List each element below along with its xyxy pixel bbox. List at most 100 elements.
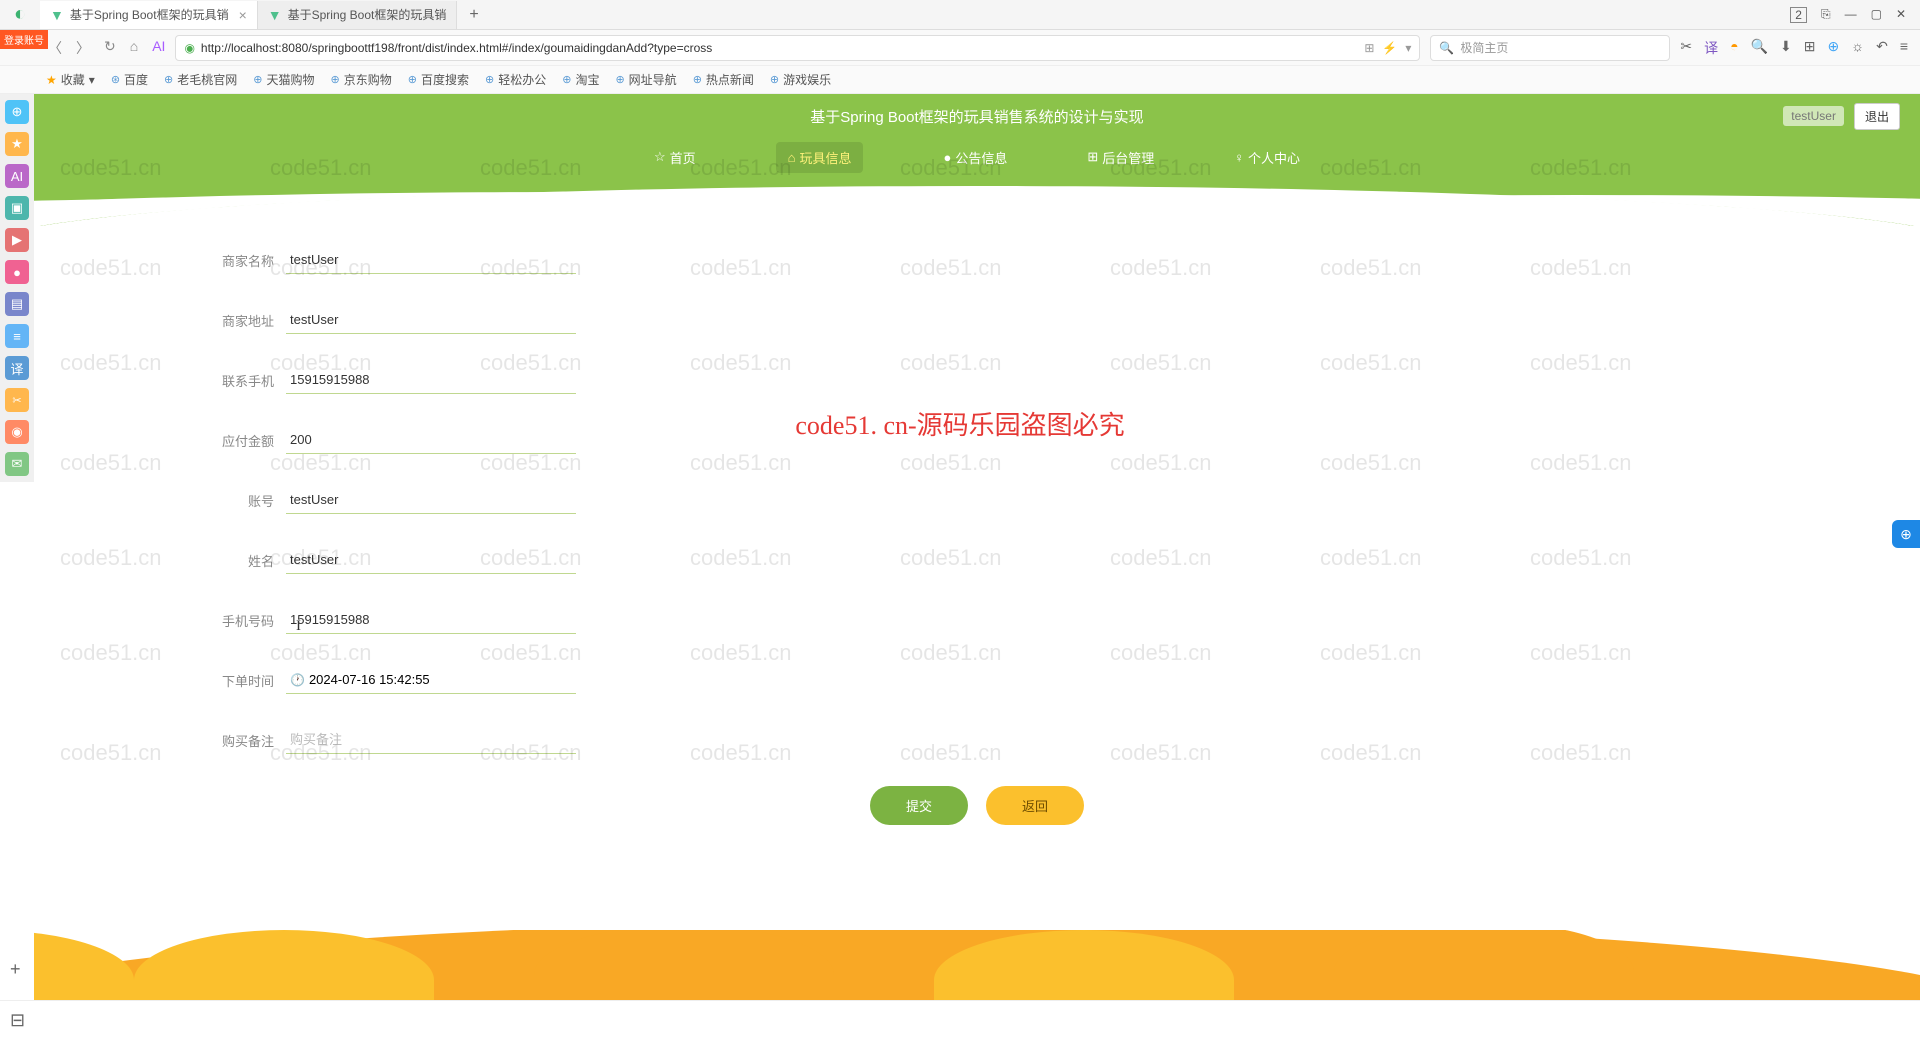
- sidebar-tool-6[interactable]: ●: [5, 260, 29, 284]
- sidebar-tool-8[interactable]: ≡: [5, 324, 29, 348]
- input-account[interactable]: [286, 486, 576, 514]
- username-display: testUser: [1783, 106, 1844, 126]
- bookmark-item[interactable]: ⊕百度搜索: [408, 71, 469, 88]
- favorites-button[interactable]: ★ 收藏 ▾: [46, 71, 95, 88]
- scissors-icon[interactable]: ✂: [1680, 38, 1692, 58]
- browser-tab-active[interactable]: ▼ 基于Spring Boot框架的玩具销 ×: [40, 1, 258, 29]
- url-input[interactable]: ◉ http://localhost:8080/springboottf198/…: [175, 35, 1420, 61]
- submit-button[interactable]: 提交: [870, 786, 968, 825]
- download-icon[interactable]: ⬇: [1780, 38, 1792, 58]
- label-contact-phone: 联系手机: [214, 371, 274, 390]
- menu-bottom-icon[interactable]: ⊟: [10, 1010, 25, 1031]
- ai-icon[interactable]: AI: [152, 38, 165, 58]
- search-icon: 🔍: [1439, 41, 1454, 55]
- order-form: 商家名称 商家地址 联系手机 应付金额 账号 姓名 手机号码 下单时间🕐 购买备…: [34, 226, 1920, 855]
- globe-icon: ⊕: [253, 73, 262, 86]
- nav-profile[interactable]: ♀个人中心: [1234, 148, 1300, 167]
- nav-home[interactable]: ☆首页: [654, 148, 696, 167]
- sidebar-tool-1[interactable]: ⊕: [5, 100, 29, 124]
- return-button[interactable]: 返回: [986, 786, 1084, 825]
- window-controls: 2 ⎘ — ▢ ✕: [1790, 7, 1920, 23]
- sidebar-tool-12[interactable]: ✉: [5, 452, 29, 476]
- sidebar-tool-2[interactable]: ★: [5, 132, 29, 156]
- window-pin-icon[interactable]: ⎘: [1821, 7, 1831, 23]
- browser-tab-strip: ◐ ▼ 基于Spring Boot框架的玩具销 × ▼ 基于Spring Boo…: [0, 0, 1920, 30]
- clock-icon: 🕐: [290, 673, 305, 687]
- globe-icon: ⊕: [164, 73, 173, 86]
- dropdown-icon[interactable]: ▾: [1405, 41, 1411, 55]
- sidebar-tool-5[interactable]: ▶: [5, 228, 29, 252]
- page-content: 基于Spring Boot框架的玩具销售系统的设计与实现 testUser 退出…: [34, 94, 1920, 1000]
- window-close-icon[interactable]: ✕: [1896, 7, 1906, 23]
- site-header: 基于Spring Boot框架的玩具销售系统的设计与实现 testUser 退出…: [34, 94, 1920, 226]
- wave-decoration-bottom: [34, 930, 1920, 1000]
- bookmark-item[interactable]: ⊕淘宝: [562, 71, 599, 88]
- search-input[interactable]: 🔍 极简主页: [1430, 35, 1670, 61]
- bookmark-item[interactable]: ⊕网址导航: [615, 71, 676, 88]
- login-badge[interactable]: 登录账号: [0, 30, 48, 49]
- globe-icon: ⊕: [408, 73, 417, 86]
- window-minimize-icon[interactable]: —: [1845, 7, 1857, 23]
- sidebar-tool-11[interactable]: ◉: [5, 420, 29, 444]
- sidebar-tool-10[interactable]: ✂: [5, 388, 29, 412]
- label-account: 账号: [214, 491, 274, 510]
- vue-icon: ▼: [50, 7, 64, 23]
- input-mobile[interactable]: [286, 606, 576, 634]
- input-merchant-addr[interactable]: [286, 306, 576, 334]
- scan-icon[interactable]: ⊞: [1364, 41, 1374, 55]
- settings-icon[interactable]: ☼: [1851, 38, 1864, 58]
- sidebar-tool-7[interactable]: ▤: [5, 292, 29, 316]
- bookmark-item[interactable]: ⊕京东购物: [331, 71, 392, 88]
- input-remark[interactable]: [286, 726, 576, 754]
- history-icon[interactable]: ↶: [1876, 38, 1888, 58]
- left-sidebar: ⊕ ★ AI ▣ ▶ ● ▤ ≡ 译 ✂ ◉ ✉: [0, 94, 34, 482]
- nav-announce[interactable]: ●公告信息: [943, 148, 1007, 167]
- label-order-time: 下单时间: [214, 671, 274, 690]
- globe-icon: ⊛: [111, 73, 120, 86]
- tab-title: 基于Spring Boot框架的玩具销: [70, 6, 229, 23]
- bookmark-item[interactable]: ⊕游戏娱乐: [770, 71, 831, 88]
- bookmark-item[interactable]: ⊕轻松办公: [485, 71, 546, 88]
- label-mobile: 手机号码: [214, 611, 274, 630]
- globe-icon: ⊕: [615, 73, 624, 86]
- sidebar-tool-9[interactable]: 译: [5, 356, 29, 380]
- logout-button[interactable]: 退出: [1854, 103, 1900, 130]
- input-order-time[interactable]: [309, 672, 572, 687]
- zoom-icon[interactable]: 🔍: [1751, 38, 1768, 58]
- sidebar-tool-3[interactable]: AI: [5, 164, 29, 188]
- label-name: 姓名: [214, 551, 274, 570]
- house-icon: ⌂: [788, 150, 796, 165]
- apps-icon[interactable]: ⊞: [1804, 38, 1816, 58]
- input-amount[interactable]: [286, 426, 576, 454]
- window-badge: 2: [1790, 7, 1807, 23]
- nav-toys[interactable]: ⌂玩具信息: [776, 142, 864, 173]
- input-contact-phone[interactable]: [286, 366, 576, 394]
- label-merchant-addr: 商家地址: [214, 311, 274, 330]
- input-name[interactable]: [286, 546, 576, 574]
- bookmark-item[interactable]: ⊕老毛桃官网: [164, 71, 237, 88]
- input-merchant-name[interactable]: [286, 246, 576, 274]
- bookmark-item[interactable]: ⊛百度: [111, 71, 148, 88]
- bookmark-item[interactable]: ⊕天猫购物: [253, 71, 314, 88]
- new-tab-button[interactable]: +: [457, 6, 490, 24]
- sidebar-tool-4[interactable]: ▣: [5, 196, 29, 220]
- translate-icon[interactable]: 译: [1704, 38, 1718, 58]
- menu-icon[interactable]: ≡: [1900, 38, 1908, 58]
- browser-logo-icon: ◐: [0, 0, 40, 30]
- browser-tab-inactive[interactable]: ▼ 基于Spring Boot框架的玩具销: [258, 1, 458, 29]
- home-icon[interactable]: ⌂: [130, 38, 138, 58]
- bookmark-item[interactable]: ⊕热点新闻: [693, 71, 754, 88]
- window-maximize-icon[interactable]: ▢: [1871, 7, 1882, 23]
- nav-admin[interactable]: ⊞后台管理: [1087, 148, 1154, 167]
- reload-icon[interactable]: ↻: [104, 38, 116, 58]
- globe-icon[interactable]: ⊕: [1828, 38, 1840, 58]
- flash-icon[interactable]: ⚡: [1382, 41, 1397, 55]
- add-bottom-icon[interactable]: +: [10, 959, 21, 980]
- label-merchant-name: 商家名称: [214, 251, 274, 270]
- forward-icon[interactable]: 〉: [76, 38, 90, 58]
- back-icon[interactable]: 〈: [48, 38, 62, 58]
- close-icon[interactable]: ×: [239, 7, 247, 23]
- dot-icon: ●: [943, 150, 951, 165]
- tab-title: 基于Spring Boot框架的玩具销: [288, 6, 447, 23]
- security-icon[interactable]: ◓: [1730, 38, 1738, 58]
